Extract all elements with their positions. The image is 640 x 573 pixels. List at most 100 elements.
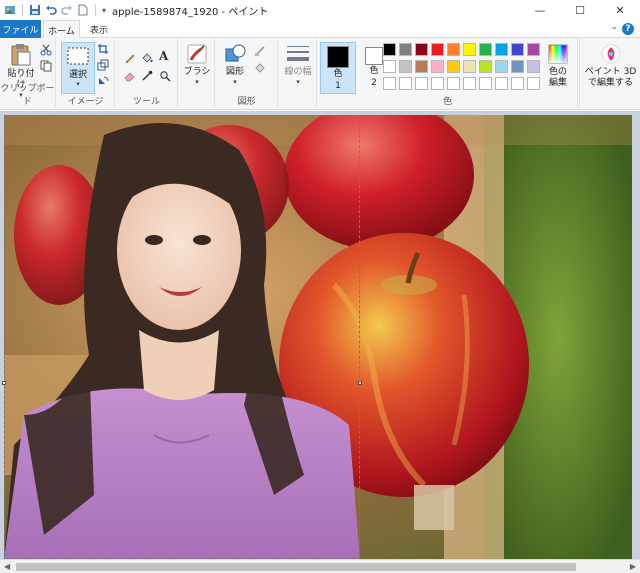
cut-icon[interactable] — [40, 44, 52, 56]
horizontal-scrollbar[interactable]: ◀ ▶ — [0, 559, 640, 573]
color-picker-icon[interactable] — [141, 70, 153, 82]
select-button[interactable]: 選択 ▾ — [61, 42, 95, 94]
divider — [22, 4, 23, 16]
palette-swatch[interactable] — [527, 43, 540, 56]
palette-swatch[interactable] — [399, 60, 412, 73]
tab-view[interactable]: 表示 — [82, 20, 116, 38]
new-document-icon[interactable] — [77, 4, 89, 16]
redo-icon[interactable] — [61, 4, 73, 16]
brush-icon — [187, 44, 207, 64]
palette-swatch[interactable] — [495, 43, 508, 56]
colors-group-label: 色 — [442, 97, 452, 107]
collapse-ribbon-icon[interactable]: ⌄ — [610, 22, 618, 32]
palette-swatch[interactable] — [431, 77, 444, 90]
palette-swatch[interactable] — [495, 77, 508, 90]
paint3d-group: ペイント 3D で編集する — [579, 38, 640, 110]
shapes-group-label: 図形 — [237, 97, 256, 107]
close-button[interactable]: ✕ — [600, 0, 640, 20]
brush-dropdown-icon[interactable]: ▾ — [195, 78, 199, 86]
palette-swatch[interactable] — [527, 60, 540, 73]
color1-number: 1 — [335, 81, 341, 91]
palette-swatch[interactable] — [479, 77, 492, 90]
palette-swatch[interactable] — [479, 60, 492, 73]
palette-swatch[interactable] — [511, 60, 524, 73]
shape-fill-icon[interactable] — [254, 62, 266, 74]
copy-icon[interactable] — [40, 60, 52, 72]
palette-swatch[interactable] — [383, 43, 396, 56]
window-title: apple-1589874_1920 - ペイント — [112, 6, 269, 18]
scroll-left-icon[interactable]: ◀ — [4, 562, 10, 571]
tools-group-label: ツール — [132, 97, 160, 107]
image-group: 選択 ▾ イメージ — [57, 38, 115, 110]
palette-swatch[interactable] — [399, 43, 412, 56]
text-icon[interactable]: A — [159, 49, 168, 63]
save-icon[interactable] — [29, 4, 41, 16]
palette-swatch[interactable] — [415, 43, 428, 56]
edit-colors-label-line1: 色の — [548, 67, 567, 77]
customize-qa-dropdown-icon[interactable]: ▾ — [102, 6, 106, 15]
clipboard-group-label: クリップボード — [0, 84, 55, 107]
palette-swatch[interactable] — [511, 43, 524, 56]
select-rect-icon — [67, 47, 89, 65]
palette-swatch[interactable] — [447, 60, 460, 73]
select-label: 選択 — [68, 70, 87, 80]
outline-icon[interactable] — [254, 45, 266, 57]
palette-swatch[interactable] — [527, 77, 540, 90]
color1-button[interactable]: 色 1 — [320, 42, 356, 94]
line-width-icon — [287, 46, 309, 61]
eraser-icon[interactable] — [124, 70, 136, 82]
shapes-button[interactable]: 図形 ▾ — [220, 43, 250, 86]
image-group-label: イメージ — [67, 97, 104, 107]
size-dropdown-icon[interactable]: ▾ — [296, 78, 300, 86]
fill-icon[interactable] — [141, 52, 153, 64]
brush-button[interactable]: ブラシ ▾ — [182, 43, 212, 86]
palette-swatch[interactable] — [447, 43, 460, 56]
color1-label: 色 — [333, 69, 343, 79]
select-dropdown-icon[interactable]: ▾ — [62, 80, 94, 88]
shapes-dropdown-icon[interactable]: ▾ — [233, 78, 237, 86]
minimize-button[interactable]: — — [520, 0, 560, 20]
size-button[interactable]: 線の幅 ▾ — [283, 43, 313, 86]
canvas-image[interactable] — [4, 115, 632, 559]
palette-swatch[interactable] — [495, 60, 508, 73]
scroll-right-icon[interactable]: ▶ — [630, 562, 636, 571]
palette-swatch[interactable] — [511, 77, 524, 90]
tools-group: A ツール — [116, 38, 178, 110]
shapes-label: 図形 — [225, 67, 244, 77]
scrollbar-thumb[interactable] — [16, 563, 576, 571]
palette-swatch[interactable] — [463, 43, 476, 56]
palette-swatch[interactable] — [431, 43, 444, 56]
crop-icon[interactable] — [97, 43, 109, 55]
selection-handle[interactable] — [358, 381, 362, 385]
palette-swatch[interactable] — [431, 60, 444, 73]
shapes-icon — [225, 44, 246, 62]
undo-icon[interactable] — [45, 4, 57, 16]
resize-icon[interactable] — [97, 59, 109, 71]
palette-swatch[interactable] — [415, 60, 428, 73]
palette-swatch[interactable] — [415, 77, 428, 90]
rotate-icon[interactable] — [97, 75, 109, 87]
magnifier-icon[interactable] — [159, 70, 171, 82]
ribbon: 貼り付け ▾ クリップボード 選択 ▾ イメージ A ツール ブラシ ▾ 図形 … — [0, 38, 640, 110]
paint3d-icon — [601, 44, 620, 64]
tab-home[interactable]: ホーム — [43, 20, 80, 39]
paste-icon — [11, 44, 31, 66]
color1-swatch — [327, 46, 349, 68]
edit-colors-button[interactable]: 色の 編集 — [541, 43, 575, 89]
palette-swatch[interactable] — [463, 60, 476, 73]
quick-access-toolbar: ▾ — [0, 0, 106, 20]
paint3d-button[interactable]: ペイント 3D で編集する — [582, 43, 639, 89]
maximize-button[interactable]: ☐ — [560, 0, 600, 20]
title-bar: ▾ apple-1589874_1920 - ペイント — ☐ ✕ — [0, 0, 640, 20]
brush-group: ブラシ ▾ — [179, 38, 215, 110]
palette-swatch[interactable] — [383, 77, 396, 90]
help-icon[interactable]: ? — [622, 23, 634, 35]
palette-swatch[interactable] — [463, 77, 476, 90]
palette-swatch[interactable] — [447, 77, 460, 90]
pencil-icon[interactable] — [124, 52, 136, 64]
palette-swatch[interactable] — [479, 43, 492, 56]
palette-swatch[interactable] — [383, 60, 396, 73]
canvas-resize-handle[interactable] — [2, 381, 6, 385]
palette-swatch[interactable] — [399, 77, 412, 90]
tab-file[interactable]: ファイル — [0, 20, 41, 38]
